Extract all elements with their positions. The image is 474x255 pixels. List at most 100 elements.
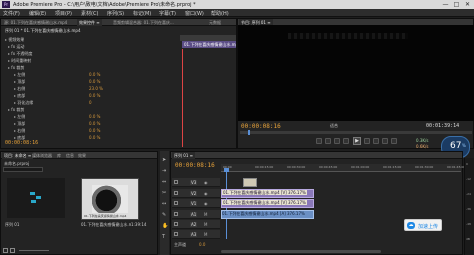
step-back-button[interactable] xyxy=(343,138,349,144)
program-scrub-bar[interactable] xyxy=(240,131,472,134)
track-visibility-icon[interactable]: ◉ xyxy=(204,191,208,196)
pen-tool-icon[interactable]: ✎ xyxy=(162,212,166,218)
track-lock-icon[interactable] xyxy=(174,212,178,216)
type-tool-icon[interactable]: T xyxy=(162,234,165,240)
menu-file[interactable]: 文件(F) xyxy=(3,10,20,17)
effect-row-value[interactable]: 0.0 % xyxy=(89,128,100,133)
selection-tool-icon[interactable]: ➤ xyxy=(162,157,166,163)
tab-audio-clip-mixer[interactable]: 音频剪辑混合器: 01.下列在喜庆... xyxy=(111,19,176,26)
icon-view-icon[interactable] xyxy=(10,248,15,253)
menu-marker[interactable]: 标记(M) xyxy=(133,10,151,17)
export-frame-button[interactable] xyxy=(391,138,397,144)
effect-row[interactable]: ▸ 左侧 xyxy=(14,114,25,120)
track-lock-icon[interactable] xyxy=(174,222,178,226)
menu-title[interactable]: 字幕(T) xyxy=(159,10,176,17)
menu-edit[interactable]: 编辑(E) xyxy=(29,10,46,17)
program-current-timecode[interactable]: 00:00:08:16 xyxy=(241,123,281,130)
clip-a1[interactable]: 01.下列在喜庆感情谢山水.mp4 [A] 376.17% xyxy=(221,210,314,219)
upload-accelerate-button[interactable]: ☁ 加速上传 xyxy=(404,219,442,231)
track-mute-icon[interactable]: M xyxy=(204,222,207,227)
tab-effect-controls[interactable]: 效果控件 ≡ xyxy=(77,19,102,26)
clip-thumbnail[interactable]: 01.下列在喜庆感情谢山水.mp4 xyxy=(81,178,139,220)
track-lock-icon[interactable] xyxy=(174,191,178,195)
clip-v1[interactable]: 01.下列在喜庆感情谢山水.mp4 [V] 376.17% xyxy=(221,199,314,208)
track-mute-icon[interactable]: M xyxy=(204,212,207,217)
sequence-thumbnail[interactable] xyxy=(7,178,65,218)
effect-row[interactable]: ▸ 左侧 xyxy=(14,72,25,78)
maximize-button[interactable]: □ xyxy=(452,1,461,8)
mark-out-button[interactable] xyxy=(325,138,331,144)
effect-mini-clip[interactable]: 01.下列在喜庆感情谢山水.mp4 xyxy=(182,41,236,48)
menu-help[interactable]: 帮助(H) xyxy=(211,10,229,17)
timeline-playhead-handle[interactable] xyxy=(224,168,229,172)
track-name[interactable]: V2 xyxy=(190,191,198,196)
effect-row[interactable]: ▸ 右侧 xyxy=(14,128,25,134)
timeline-timecode[interactable]: 00:00:08:16 xyxy=(175,162,215,169)
effect-row[interactable]: ▸ 右侧 xyxy=(14,86,25,92)
project-search-input[interactable] xyxy=(3,167,43,172)
track-name[interactable]: A2 xyxy=(190,222,198,227)
minimize-button[interactable]: — xyxy=(441,1,450,8)
effect-row-value[interactable]: 0 xyxy=(89,100,92,105)
effect-row[interactable]: ▸ 底部 xyxy=(14,93,25,99)
effect-row-value[interactable]: 0.0 % xyxy=(89,72,100,77)
track-mute-icon[interactable]: M xyxy=(204,232,207,237)
master-track-value[interactable]: 0.0 xyxy=(199,242,205,247)
menu-sequence[interactable]: 序列(S) xyxy=(107,10,124,17)
effect-row[interactable]: ▸ fx 裁剪 xyxy=(8,65,24,71)
effect-row[interactable]: ▸ 顶部 xyxy=(14,121,25,127)
menu-project[interactable]: 项目(P) xyxy=(55,10,72,17)
menu-clip[interactable]: 素材(C) xyxy=(81,10,98,17)
tab-sequence-01[interactable]: 序列 01 ≡ xyxy=(172,152,195,159)
track-name[interactable]: A3 xyxy=(190,232,198,237)
track-name[interactable]: A1 xyxy=(190,212,198,217)
close-button[interactable]: ✕ xyxy=(463,1,472,8)
zoom-slider[interactable] xyxy=(19,250,49,251)
tab-media-browser[interactable]: 媒体浏览器 xyxy=(30,152,54,159)
slip-tool-icon[interactable]: ↔ xyxy=(162,201,166,207)
go-to-in-button[interactable] xyxy=(334,138,340,144)
tab-info[interactable]: 信息 xyxy=(64,152,76,159)
effect-row[interactable]: ▸ fx 裁剪 xyxy=(8,107,24,113)
tab-libraries[interactable]: 库 xyxy=(55,152,63,159)
clip-v2[interactable]: 01.下列在喜庆感情谢山水.mp4 [V] 376.17% xyxy=(221,189,314,198)
track-header[interactable]: A3 M xyxy=(172,230,220,239)
effect-row-value[interactable]: 0.0 % xyxy=(89,114,100,119)
effect-row-value[interactable]: 0.0 % xyxy=(89,93,100,98)
track-lock-icon[interactable] xyxy=(174,232,178,236)
tab-project[interactable]: 项目: 未命名 ≡ xyxy=(2,152,34,159)
program-fit-dropdown[interactable]: 适合 xyxy=(330,123,338,129)
effect-row[interactable]: ▸ 底部 xyxy=(14,135,25,141)
track-header[interactable]: A1 M xyxy=(172,210,220,219)
track-header[interactable]: V2 ◉ xyxy=(172,189,220,198)
tab-effects[interactable]: 效果 xyxy=(76,152,88,159)
track-name[interactable]: V3 xyxy=(190,180,198,185)
play-icon[interactable]: ▶ xyxy=(353,137,361,145)
program-monitor-video[interactable] xyxy=(238,25,474,121)
menu-window[interactable]: 窗口(W) xyxy=(185,10,204,17)
tab-metadata[interactable]: 元数据 xyxy=(207,19,223,26)
hand-tool-icon[interactable]: ✋ xyxy=(162,223,168,229)
track-visibility-icon[interactable]: ◉ xyxy=(204,180,208,185)
lift-button[interactable] xyxy=(382,138,388,144)
track-name[interactable]: V1 xyxy=(190,201,198,206)
track-visibility-icon[interactable]: ◉ xyxy=(204,201,208,206)
effect-row-value[interactable]: 0.0 % xyxy=(89,135,100,140)
tab-source[interactable]: 源: 01.下列在喜庆感情谢山水.mp4 xyxy=(2,19,69,26)
ripple-edit-tool-icon[interactable]: ⇔ xyxy=(162,179,166,185)
effect-row[interactable]: ▸ 视频效果 xyxy=(5,37,24,43)
effect-row-value[interactable]: 23.0 % xyxy=(89,86,103,91)
effect-row[interactable]: ▸ fx 运动 xyxy=(8,44,24,50)
go-to-out-button[interactable] xyxy=(373,138,379,144)
list-view-icon[interactable] xyxy=(3,248,8,253)
mark-in-button[interactable] xyxy=(316,138,322,144)
effect-row[interactable]: ▸ fx 不透明度 xyxy=(8,51,32,57)
razor-tool-icon[interactable]: ✂ xyxy=(162,190,166,196)
track-header[interactable]: A2 M xyxy=(172,220,220,229)
effect-playhead[interactable] xyxy=(182,49,183,147)
track-header[interactable]: V3 ◉ xyxy=(172,178,220,187)
effect-row[interactable]: ▸ 时间重映射 xyxy=(8,58,31,64)
program-playhead[interactable] xyxy=(248,130,250,135)
timeline-horizontal-scrollbar[interactable] xyxy=(221,250,381,253)
step-forward-button[interactable] xyxy=(364,138,370,144)
